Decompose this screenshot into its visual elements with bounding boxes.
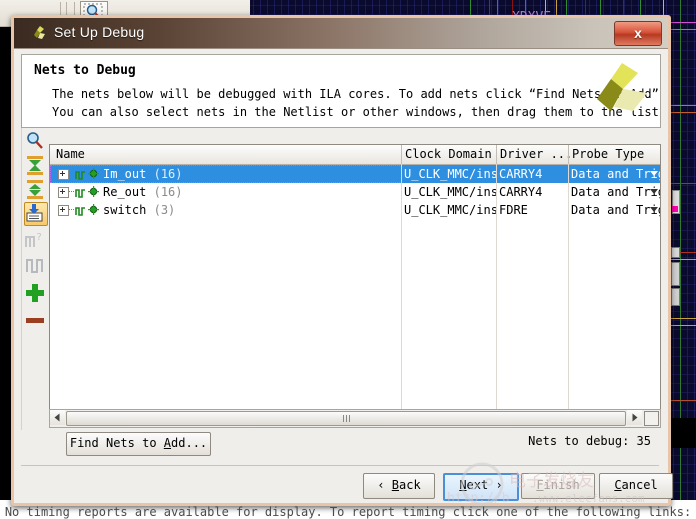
remove-icon[interactable] [24,310,46,332]
cell-name[interactable]: Re_out (16) [50,183,402,201]
expander-toggle[interactable] [58,187,69,198]
collapse-all-icon[interactable] [24,154,46,176]
cell-name[interactable]: Im_out (16) [50,165,402,183]
finish-button: Finish [521,473,595,499]
xilinx-logo-icon [34,26,45,39]
cell-probe-type[interactable]: Data and Trigger [569,201,660,219]
nets-toolbar: ? [22,128,48,430]
select-nets-glyph [26,204,43,222]
net-name: Im_out (16) [103,167,183,181]
unknown-probe-icon: ? [24,229,46,251]
next-button[interactable]: Next › [443,473,519,501]
cell-driver[interactable]: CARRY4 [497,165,570,183]
dialog-titlebar[interactable]: Set Up Debug x [14,18,668,49]
cell-probe-type[interactable]: Data and Trigger [569,183,660,201]
set-up-debug-dialog: Set Up Debug x Nets to Debug The nets be… [11,15,673,506]
probe-type-value: Data and Trigger [571,167,660,181]
scroll-left-button[interactable] [50,410,65,425]
net-driver-icon [88,168,99,179]
nets-table: Name Clock Domain Driver ... Probe Type [49,144,661,411]
chevron-right-icon [632,413,638,422]
cell-probe-type[interactable]: Data and Trigger [569,165,660,183]
column-header-driver[interactable]: Driver ... [500,147,572,161]
status-message: No timing reports are available for disp… [4,505,692,519]
select-nets-icon[interactable] [24,202,48,226]
scrollbar-corner [644,411,659,426]
find-nets-row: Find Nets to Add... Nets to debug: 35 [21,426,659,462]
device-site-highlight [672,206,678,212]
find-nets-to-add-button[interactable]: Find Nets to Add... [66,432,211,456]
unknown-probe-glyph: ? [25,232,42,247]
net-signal-icon [75,189,85,198]
chevron-left-icon [54,413,60,422]
cell-clock-domain[interactable]: U_CLK_MMC/ins... [402,165,498,183]
xilinx-logo-large-icon [597,63,647,111]
chevron-down-icon[interactable] [650,207,658,212]
device-site [671,262,680,286]
cell-clock-domain[interactable]: U_CLK_MMC/ins... [402,183,498,201]
net-driver-icon [88,186,99,197]
column-divider[interactable] [496,145,497,164]
minus-glyph [26,318,44,323]
tree-connector [69,191,74,193]
close-button[interactable]: x [614,21,662,46]
column-divider-line [496,164,497,410]
svg-text:?: ? [36,232,42,243]
net-name: switch (3) [103,203,176,217]
cell-driver[interactable]: FDRE [497,201,570,219]
expand-all-icon[interactable] [24,178,46,200]
back-button[interactable]: ‹ Back [363,473,435,499]
column-header-clock-domain[interactable]: Clock Domain [405,147,492,161]
waveform-glyph [26,259,43,273]
column-header-name[interactable]: Name [56,147,85,161]
column-divider[interactable] [568,145,569,164]
dialog-body: ? Name Clock Domain Driver ... Probe Typ… [21,128,661,430]
cell-clock-domain[interactable]: U_CLK_MMC/ins... [402,201,498,219]
chevron-down-icon[interactable] [650,171,658,176]
device-site [671,247,680,258]
search-glyph [27,132,43,149]
scroll-right-button[interactable] [627,410,642,425]
header-description-line-1: The nets below will be debugged with ILA… [52,87,661,101]
waveform-icon [24,254,46,276]
column-divider[interactable] [401,145,402,164]
collapse-all-glyph [27,156,43,175]
tree-connector [69,173,74,175]
dialog-header-panel: Nets to Debug The nets below will be deb… [21,54,661,128]
tree-connector [69,209,74,211]
probe-type-value: Data and Trigger [571,185,660,199]
table-header: Name Clock Domain Driver ... Probe Type [50,145,660,165]
search-icon[interactable] [24,130,46,152]
chevron-down-icon[interactable] [650,189,658,194]
scrollbar-thumb[interactable] [66,411,626,426]
expander-toggle[interactable] [58,205,69,216]
net-name: Re_out (16) [103,185,183,199]
header-description-line-2: You can also select nets in the Netlist … [52,105,661,119]
column-divider-line [568,164,569,410]
column-divider-line [401,164,402,410]
scrollbar-grip [343,415,350,422]
page-title: Nets to Debug [34,63,136,78]
expander-toggle[interactable] [58,169,69,180]
net-driver-icon [88,204,99,215]
footer-separator [21,465,659,466]
probe-type-value: Data and Trigger [571,203,660,217]
column-header-probe-type[interactable]: Probe Type [572,147,644,161]
plus-glyph [26,284,44,302]
cancel-button[interactable]: Cancel [599,473,673,499]
dialog-title: Set Up Debug [54,24,145,40]
net-signal-icon [75,207,85,216]
dialog-footer: ‹ Back Next › Finish Cancel [21,473,673,501]
expand-all-glyph [27,180,43,199]
add-icon[interactable] [24,282,46,304]
cell-name[interactable]: switch (3) [50,201,402,219]
net-signal-icon [75,171,85,180]
cell-driver[interactable]: CARRY4 [497,183,570,201]
nets-to-debug-count: Nets to debug: 35 [528,434,651,448]
device-site [671,288,680,306]
